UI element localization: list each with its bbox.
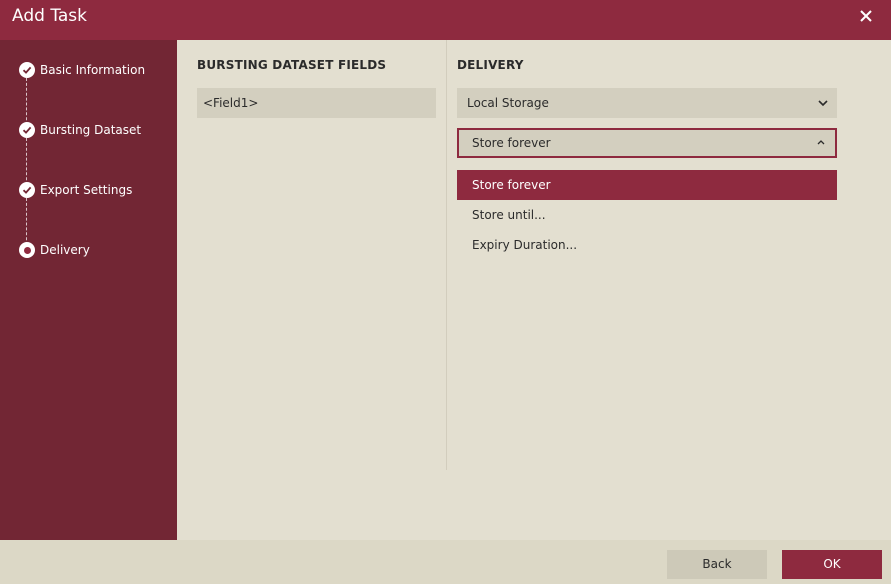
ok-button[interactable]: OK bbox=[782, 550, 882, 579]
retention-select-value: Store forever bbox=[472, 136, 551, 150]
dialog-titlebar: Add Task bbox=[0, 0, 891, 40]
delivery-panel-title: DELIVERY bbox=[457, 58, 524, 72]
step-basic-information[interactable]: Basic Information bbox=[19, 60, 145, 80]
radio-dot-icon bbox=[19, 242, 35, 258]
retention-dropdown-list: Store forever Store until... Expiry Dura… bbox=[457, 170, 837, 260]
wizard-content: BURSTING DATASET FIELDS <Field1> DELIVER… bbox=[177, 40, 891, 540]
destination-select[interactable]: Local Storage bbox=[457, 88, 837, 118]
dialog-title: Add Task bbox=[12, 6, 88, 26]
check-icon bbox=[19, 62, 35, 78]
chevron-up-icon bbox=[817, 140, 825, 145]
dataset-field-item[interactable]: <Field1> bbox=[197, 88, 436, 118]
back-button[interactable]: Back bbox=[667, 550, 767, 579]
retention-option-store-until[interactable]: Store until... bbox=[457, 200, 837, 230]
fields-panel-title: BURSTING DATASET FIELDS bbox=[197, 58, 387, 72]
wizard-steps-sidebar: Basic Information Bursting Dataset Expor… bbox=[0, 40, 177, 540]
dialog-footer: Back OK bbox=[0, 540, 891, 584]
close-button[interactable] bbox=[857, 7, 875, 25]
retention-option-store-forever[interactable]: Store forever bbox=[457, 170, 837, 200]
step-label: Basic Information bbox=[40, 63, 146, 77]
retention-select[interactable]: Store forever bbox=[457, 128, 837, 158]
check-icon bbox=[19, 122, 35, 138]
step-label: Delivery bbox=[40, 243, 90, 257]
step-delivery[interactable]: Delivery bbox=[19, 240, 90, 260]
close-icon bbox=[860, 10, 872, 22]
step-label: Bursting Dataset bbox=[40, 123, 142, 137]
step-export-settings[interactable]: Export Settings bbox=[19, 180, 132, 200]
check-icon bbox=[19, 182, 35, 198]
column-divider bbox=[446, 40, 447, 470]
step-label: Export Settings bbox=[40, 183, 133, 197]
chevron-down-icon bbox=[818, 100, 828, 107]
step-bursting-dataset[interactable]: Bursting Dataset bbox=[19, 120, 141, 140]
destination-select-value: Local Storage bbox=[467, 96, 549, 110]
retention-option-expiry-duration[interactable]: Expiry Duration... bbox=[457, 230, 837, 260]
